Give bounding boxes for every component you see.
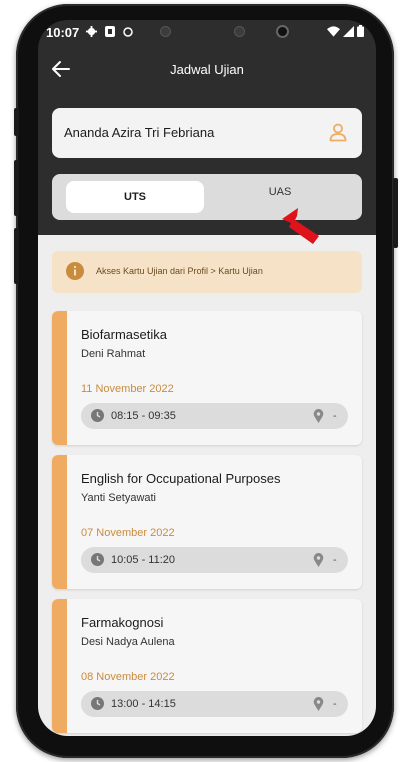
camera-dot-icon — [234, 26, 245, 37]
phone-volume-up-button — [14, 160, 19, 216]
user-name: Ananda Azira Tri Febriana — [64, 125, 215, 140]
time-room-pill: 13:00 - 14:15 - — [81, 691, 348, 717]
course-name: English for Occupational Purposes — [81, 471, 281, 486]
course-name: Biofarmasetika — [81, 327, 167, 342]
tab-uts[interactable]: UTS — [66, 181, 204, 213]
page-title: Jadwal Ujian — [170, 62, 244, 77]
info-icon — [66, 262, 84, 280]
signal-icon — [343, 25, 354, 37]
exam-time: 10:05 - 11:20 — [111, 554, 176, 566]
pointer-arrow-icon — [282, 208, 319, 244]
info-banner: Akses Kartu Ujian dari Profil > Kartu Uj… — [52, 251, 362, 293]
time-room-pill: 08:15 - 09:35 - — [81, 403, 348, 429]
exam-room: - — [333, 554, 337, 566]
phone-side-button — [14, 108, 19, 136]
wifi-icon — [327, 25, 340, 37]
exam-room: - — [333, 698, 337, 710]
status-time: 10:07 — [46, 25, 80, 40]
exam-room: - — [333, 410, 337, 422]
camera-dot-icon — [160, 26, 171, 37]
user-name-card[interactable]: Ananda Azira Tri Febriana — [52, 108, 362, 158]
location-pin-icon — [313, 553, 324, 567]
exam-date: 07 November 2022 — [81, 527, 175, 539]
card-accent-bar — [52, 599, 67, 733]
tab-uas[interactable]: UAS — [212, 176, 348, 208]
exam-schedule-content: Akses Kartu Ujian dari Profil > Kartu Uj… — [38, 235, 376, 736]
time-room-pill: 10:05 - 11:20 - — [81, 547, 348, 573]
person-icon[interactable] — [328, 122, 348, 142]
app-bar: Jadwal Ujian — [38, 50, 376, 90]
gear-icon — [86, 26, 97, 37]
phone-power-button — [393, 178, 398, 248]
exam-card[interactable]: English for Occupational Purposes Yanti … — [52, 455, 362, 589]
phone-screen: 10:07 Jadwal Ujian Ananda Azira Tri Febr… — [38, 20, 376, 736]
front-camera-icon — [276, 25, 289, 38]
clock-icon — [91, 409, 104, 422]
course-name: Farmakognosi — [81, 615, 164, 630]
exam-card[interactable]: Biofarmasetika Deni Rahmat 11 November 2… — [52, 311, 362, 445]
lecturer-name: Desi Nadya Aulena — [81, 636, 175, 648]
notification-icon — [105, 26, 115, 37]
lecturer-name: Deni Rahmat — [81, 348, 146, 360]
exam-date: 11 November 2022 — [81, 383, 174, 395]
status-right-icons — [327, 25, 364, 37]
phone-volume-down-button — [14, 228, 19, 284]
clock-icon — [91, 553, 104, 566]
record-icon — [123, 26, 133, 37]
lecturer-name: Yanti Setyawati — [81, 492, 157, 504]
status-left-icons — [86, 26, 133, 37]
exam-time: 08:15 - 09:35 — [111, 410, 176, 422]
card-accent-bar — [52, 455, 67, 589]
location-pin-icon — [313, 697, 324, 711]
exam-time: 13:00 - 14:15 — [111, 698, 176, 710]
battery-icon — [357, 25, 364, 37]
clock-icon — [91, 697, 104, 710]
status-bar: 10:07 — [38, 20, 376, 46]
exam-date: 08 November 2022 — [81, 671, 175, 683]
location-pin-icon — [313, 409, 324, 423]
exam-card[interactable]: Farmakognosi Desi Nadya Aulena 08 Novemb… — [52, 599, 362, 733]
info-banner-text: Akses Kartu Ujian dari Profil > Kartu Uj… — [96, 266, 263, 276]
card-accent-bar — [52, 311, 67, 445]
